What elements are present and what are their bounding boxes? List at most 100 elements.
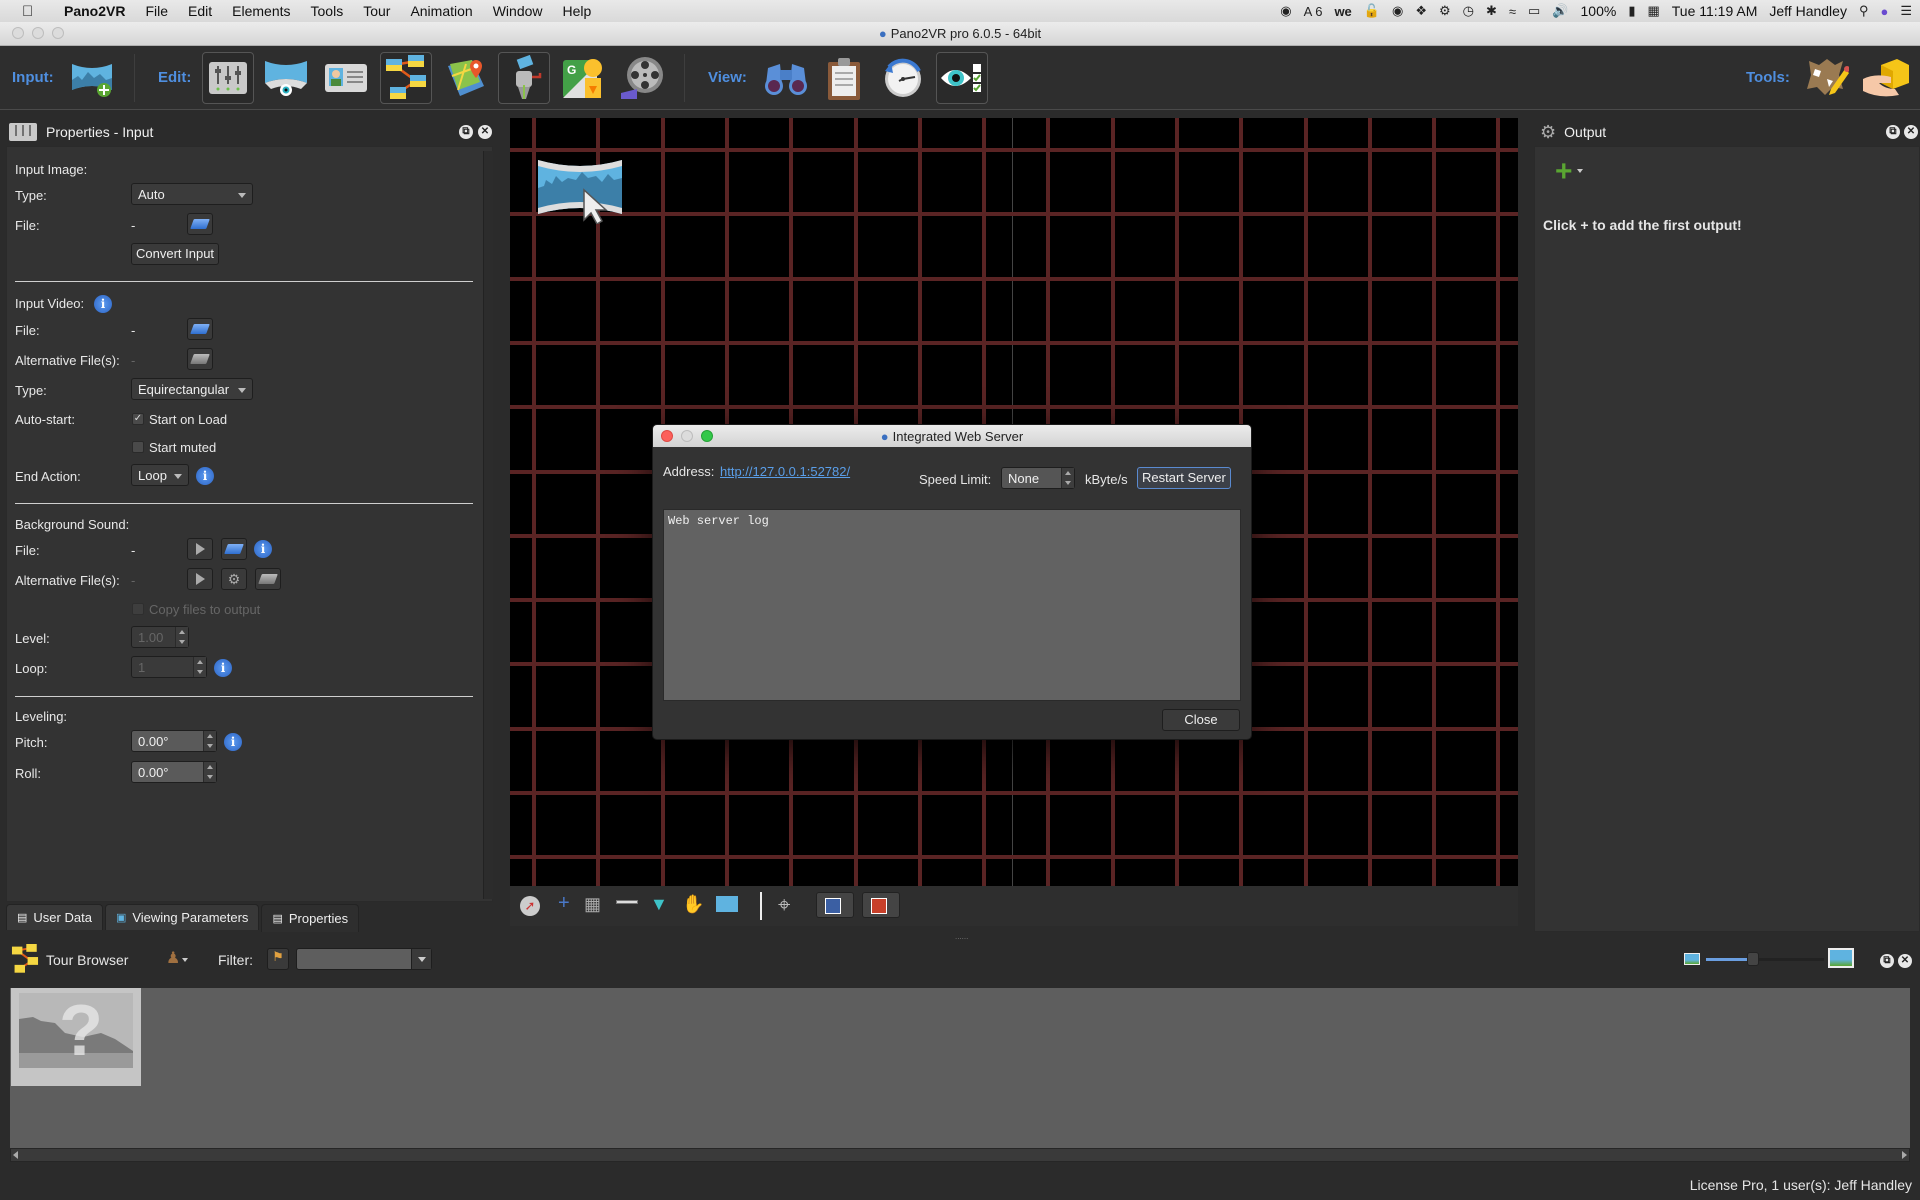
animation-button[interactable] <box>616 52 668 104</box>
bluetooth-icon[interactable]: ✱ <box>1486 3 1497 19</box>
float-panel-icon[interactable]: ⧉ <box>1880 954 1894 968</box>
stepper-arrows-icon[interactable] <box>175 627 188 647</box>
server-log-textarea[interactable]: Web server log <box>663 509 1241 701</box>
tab-viewing-parameters[interactable]: ▣ Viewing Parameters <box>104 904 260 930</box>
video-file-open-button[interactable] <box>187 318 213 340</box>
close-panel-icon[interactable]: ✕ <box>1904 125 1918 139</box>
tour-browser-button[interactable] <box>380 52 432 104</box>
app-icon[interactable]: ❖ <box>1415 3 1427 19</box>
battery-icon[interactable]: ▮ <box>1628 3 1635 19</box>
slider-handle[interactable] <box>1747 952 1760 966</box>
add-input-button[interactable] <box>66 52 118 104</box>
adobe-icon[interactable]: A 6 <box>1304 4 1323 19</box>
image-type-select[interactable]: Auto <box>131 183 253 205</box>
clock[interactable]: Tue 11:19 AM <box>1672 3 1758 19</box>
filter-tag-button[interactable]: ⚑ <box>267 948 289 970</box>
sync-icon[interactable]: ⚙ <box>1439 3 1451 19</box>
video-alt-files-open-button[interactable] <box>187 348 213 370</box>
float-panel-icon[interactable]: ⧉ <box>1886 125 1900 139</box>
scroll-right-icon[interactable] <box>1902 1151 1907 1159</box>
splitter-handle[interactable]: ...... <box>955 932 968 941</box>
close-dialog-button[interactable]: Close <box>1162 709 1240 731</box>
sound-alt-open-button[interactable] <box>255 568 281 590</box>
copy-files-checkbox[interactable] <box>132 603 144 615</box>
wifi-icon[interactable]: ≈ <box>1509 4 1516 19</box>
binoculars-button[interactable] <box>760 52 812 104</box>
minimize-window-button[interactable] <box>32 27 44 39</box>
menu-window[interactable]: Window <box>483 3 553 19</box>
close-window-button[interactable] <box>12 27 24 39</box>
roll-spinbox[interactable]: 0.00° <box>131 761 217 783</box>
speed-limit-spinbox[interactable]: None <box>1001 467 1075 489</box>
menu-tour[interactable]: Tour <box>353 3 400 19</box>
volume-icon[interactable]: 🔊 <box>1552 3 1568 19</box>
wechat-icon[interactable]: we <box>1334 4 1351 19</box>
panorama-icon[interactable] <box>716 896 738 912</box>
field-of-view-icon[interactable]: ▼ <box>650 894 668 915</box>
tour-map-button[interactable] <box>440 52 492 104</box>
tab-user-data[interactable]: ▤ User Data <box>6 904 103 930</box>
notification-center-icon[interactable]: ☰ <box>1900 3 1912 19</box>
grid-icon[interactable]: ▦ <box>584 894 601 915</box>
history-button[interactable] <box>876 52 928 104</box>
package-button[interactable] <box>1860 52 1912 104</box>
menu-app[interactable]: Pano2VR <box>54 3 135 19</box>
menu-edit[interactable]: Edit <box>178 3 222 19</box>
siri-icon[interactable]: ● <box>1880 4 1888 19</box>
visibility-button[interactable] <box>936 52 988 104</box>
lock-icon[interactable]: 🔓 <box>1364 3 1380 19</box>
filter-dropdown-button[interactable] <box>411 949 431 969</box>
viewing-parameters-button[interactable] <box>260 52 312 104</box>
spotlight-icon[interactable]: ⚲ <box>1859 3 1869 19</box>
red-color-button[interactable] <box>862 892 900 918</box>
tour-browser-area[interactable]: ? <box>10 988 1910 1152</box>
tour-browser-scrollbar[interactable] <box>10 1148 1910 1162</box>
output-button[interactable] <box>498 52 550 104</box>
menu-animation[interactable]: Animation <box>400 3 482 19</box>
info-icon[interactable]: i <box>254 540 272 558</box>
restart-server-button[interactable]: Restart Server <box>1137 467 1231 489</box>
start-muted-checkbox[interactable] <box>132 441 144 453</box>
properties-scrollbar[interactable] <box>483 151 493 899</box>
start-on-load-checkbox[interactable]: ✓ <box>132 413 144 425</box>
stamp-icon[interactable]: ♟ <box>166 948 180 968</box>
blue-color-button[interactable] <box>816 892 854 918</box>
properties-button[interactable] <box>202 52 254 104</box>
user-name[interactable]: Jeff Handley <box>1769 3 1847 19</box>
compass-icon[interactable]: ➚ <box>520 896 540 916</box>
stepper-arrows-icon[interactable] <box>193 657 206 677</box>
tab-properties[interactable]: ▤ Properties <box>261 904 360 932</box>
info-icon[interactable]: i <box>94 295 112 313</box>
evernote-icon[interactable]: ◉ <box>1280 3 1291 19</box>
user-data-button[interactable] <box>320 52 372 104</box>
clipboard-button[interactable] <box>818 52 870 104</box>
info-icon[interactable]: i <box>196 467 214 485</box>
server-address-link[interactable]: http://127.0.0.1:52782/ <box>720 464 850 479</box>
barrier-icon[interactable] <box>616 900 638 904</box>
video-type-select[interactable]: Equirectangular <box>131 378 253 400</box>
scroll-left-icon[interactable] <box>13 1151 18 1159</box>
input-menu-icon[interactable]: ▦ <box>1647 3 1659 19</box>
convert-input-button[interactable]: Convert Input <box>131 243 220 265</box>
menu-elements[interactable]: Elements <box>222 3 300 19</box>
menu-file[interactable]: File <box>135 3 178 19</box>
sound-alt-play-button[interactable] <box>187 568 213 590</box>
zoom-window-button[interactable] <box>52 27 64 39</box>
dialog-zoom-light[interactable] <box>701 430 713 442</box>
time-machine-icon[interactable]: ◷ <box>1463 3 1474 19</box>
stepper-arrows-icon[interactable] <box>203 731 216 751</box>
target-icon[interactable]: ⌖ <box>778 892 790 918</box>
close-panel-icon[interactable]: ✕ <box>478 125 492 139</box>
loop-spinbox[interactable]: 1 <box>131 656 207 678</box>
thumbnail-size-slider[interactable] <box>1706 952 1824 966</box>
google-street-view-button[interactable]: G <box>558 52 610 104</box>
stepper-arrows-icon[interactable] <box>1061 468 1074 488</box>
skin-editor-button[interactable] <box>1800 52 1852 104</box>
dialog-close-light[interactable] <box>661 430 673 442</box>
airplay-icon[interactable]: ▭ <box>1528 3 1540 19</box>
sound-file-open-button[interactable] <box>221 538 247 560</box>
sound-alt-settings-button[interactable]: ⚙ <box>221 568 247 590</box>
end-action-select[interactable]: Loop <box>131 464 189 486</box>
level-spinbox[interactable]: 1.00 <box>131 626 189 648</box>
hand-icon[interactable]: ✋ <box>682 894 704 915</box>
